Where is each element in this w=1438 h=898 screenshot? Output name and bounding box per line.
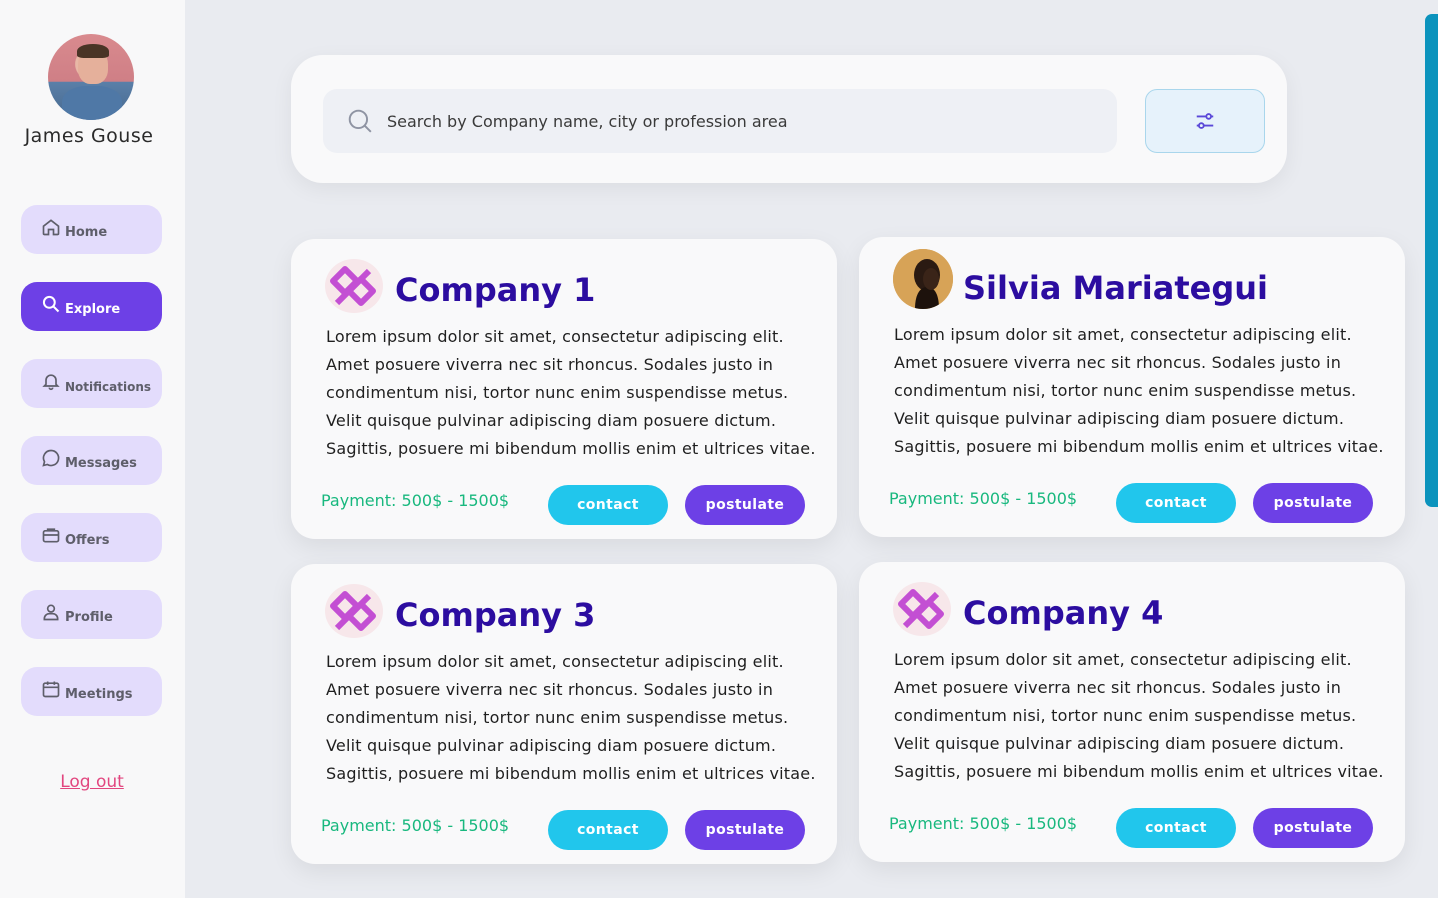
card-description: Lorem ipsum dolor sit amet, consectetur …	[894, 325, 1384, 456]
nav-notifications[interactable]: Notifications	[21, 359, 162, 408]
postulate-button[interactable]: postulate	[1253, 483, 1373, 523]
bell-icon	[42, 373, 60, 390]
search-icon	[42, 295, 60, 312]
user-icon	[43, 604, 59, 620]
job-card: Company 4 Lorem ipsum dolor sit amet, co…	[859, 562, 1405, 862]
nav-home-label: Home	[65, 225, 108, 240]
nav-messages-label: Messages	[65, 456, 137, 471]
sidebar: James Gouse Home Explore Notifications M…	[0, 0, 185, 898]
user-name: James Gouse	[24, 125, 154, 147]
nav-meetings-label: Meetings	[65, 687, 133, 702]
card-description: Lorem ipsum dolor sit amet, consectetur …	[326, 652, 816, 783]
job-card: Company 3 Lorem ipsum dolor sit amet, co…	[291, 564, 837, 864]
briefcase-icon	[42, 527, 60, 542]
nav-profile-label: Profile	[65, 610, 113, 625]
card-title: Company 3	[395, 596, 596, 634]
card-title: Silvia Mariategui	[963, 269, 1268, 307]
nav-offers-label: Offers	[65, 533, 110, 548]
card-title: Company 4	[963, 594, 1164, 632]
avatar[interactable]	[48, 34, 134, 120]
contact-button[interactable]: contact	[1116, 808, 1236, 848]
postulate-button[interactable]: postulate	[685, 810, 805, 850]
search-box[interactable]	[323, 89, 1117, 153]
filter-button[interactable]	[1145, 89, 1265, 153]
job-card: Silvia Mariategui Lorem ipsum dolor sit …	[859, 237, 1405, 537]
card-title: Company 1	[395, 271, 596, 309]
postulate-button[interactable]: postulate	[1253, 808, 1373, 848]
company-logo	[893, 582, 951, 636]
payment-range: Payment: 500$ - 1500$	[889, 489, 1078, 508]
scrollbar[interactable]	[1425, 14, 1438, 507]
card-description: Lorem ipsum dolor sit amet, consectetur …	[894, 650, 1384, 781]
nav-notifications-label: Notifications	[65, 379, 152, 394]
contact-button[interactable]: contact	[548, 810, 668, 850]
payment-range: Payment: 500$ - 1500$	[889, 814, 1078, 833]
job-card: Company 1 Lorem ipsum dolor sit amet, co…	[291, 239, 837, 539]
logout-link[interactable]: Log out	[0, 772, 184, 792]
search-panel	[291, 55, 1287, 183]
postulate-button[interactable]: postulate	[685, 485, 805, 525]
payment-range: Payment: 500$ - 1500$	[321, 816, 510, 835]
nav-offers[interactable]: Offers	[21, 513, 162, 562]
nav-explore[interactable]: Explore	[21, 282, 162, 331]
nav-explore-label: Explore	[65, 302, 121, 317]
calendar-icon	[42, 681, 60, 697]
chat-icon	[42, 449, 60, 467]
profile-photo	[893, 249, 953, 309]
nav-profile[interactable]: Profile	[21, 590, 162, 639]
company-logo	[325, 584, 383, 638]
filter-sliders-icon	[1196, 113, 1214, 129]
card-description: Lorem ipsum dolor sit amet, consectetur …	[326, 327, 816, 458]
payment-range: Payment: 500$ - 1500$	[321, 491, 510, 510]
search-icon	[348, 109, 372, 133]
search-input[interactable]	[387, 111, 1087, 131]
nav-home[interactable]: Home	[21, 205, 162, 254]
contact-button[interactable]: contact	[548, 485, 668, 525]
company-logo	[325, 259, 383, 313]
nav-meetings[interactable]: Meetings	[21, 667, 162, 716]
nav-messages[interactable]: Messages	[21, 436, 162, 485]
contact-button[interactable]: contact	[1116, 483, 1236, 523]
home-icon	[42, 218, 60, 235]
